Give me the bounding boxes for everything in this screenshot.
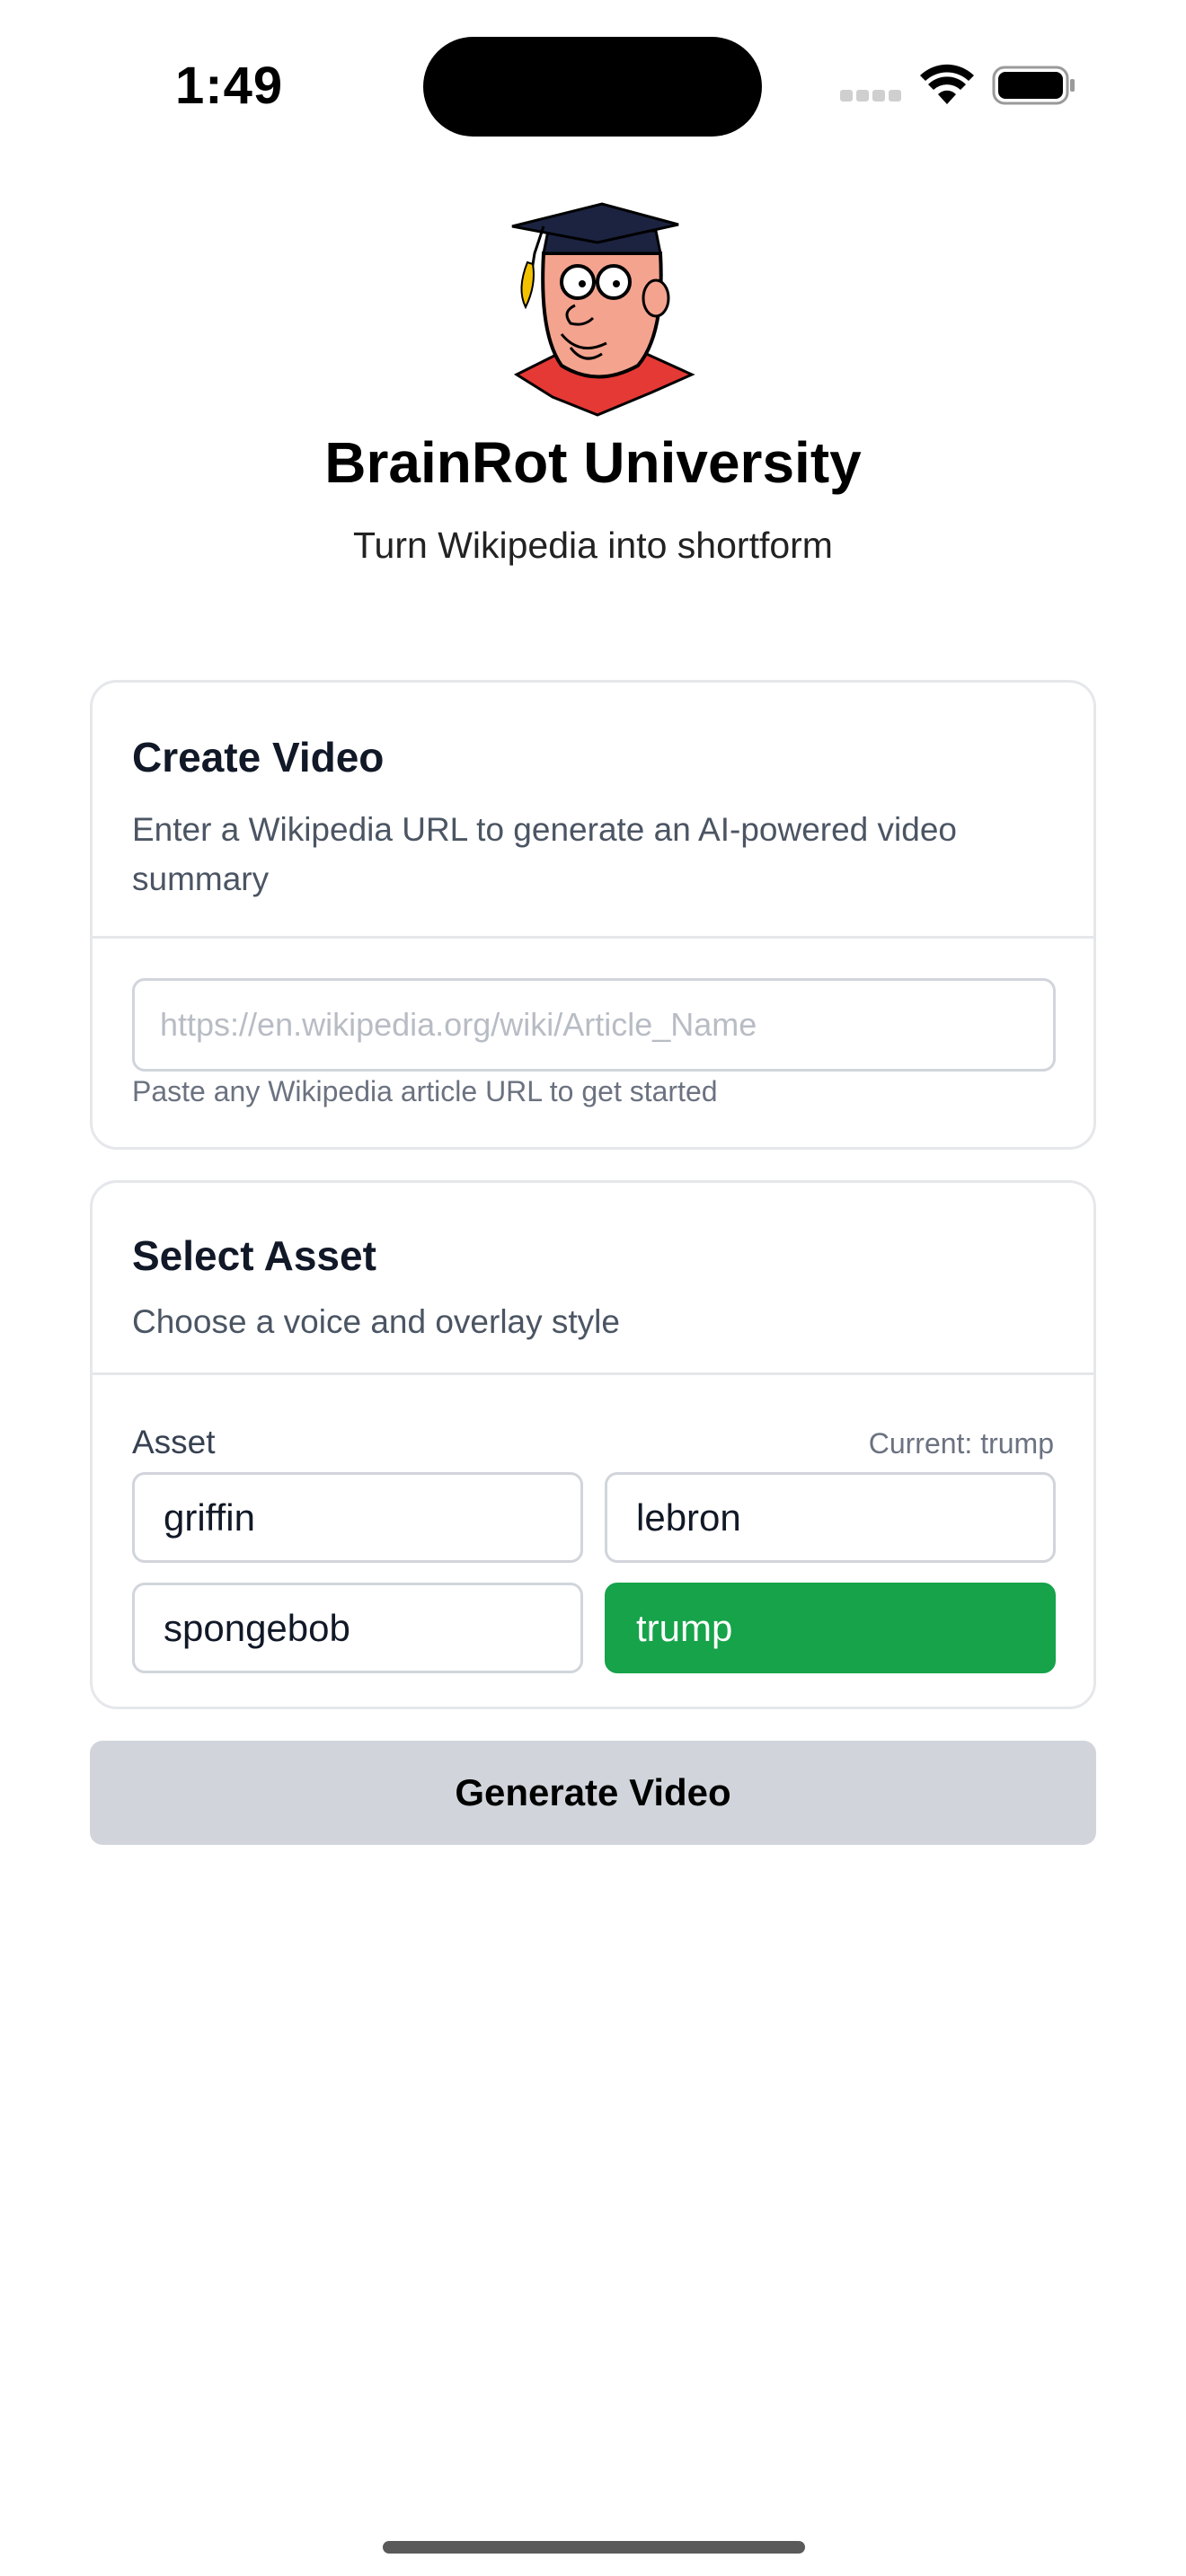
status-time: 1:49 xyxy=(175,57,284,115)
wikipedia-url-input[interactable] xyxy=(132,978,1056,1072)
asset-field-label: Asset xyxy=(132,1424,216,1460)
home-indicator[interactable] xyxy=(383,2541,805,2554)
app-screen: 1:49 BrainRot University Turn Wikipedia … xyxy=(0,0,1186,2576)
app-subtitle: Turn Wikipedia into shortform xyxy=(353,525,833,566)
card-divider xyxy=(93,1372,1093,1375)
card-divider xyxy=(93,936,1093,939)
asset-option-griffin[interactable]: griffin xyxy=(132,1472,583,1563)
select-asset-description: Choose a voice and overlay style xyxy=(132,1303,620,1340)
asset-option-lebron[interactable]: lebron xyxy=(605,1472,1056,1563)
asset-option-trump[interactable]: trump xyxy=(605,1583,1056,1673)
current-asset-label: Current: trump xyxy=(868,1427,1054,1460)
mascot-logo-icon xyxy=(511,202,695,417)
app-title: BrainRot University xyxy=(324,430,862,495)
cellular-signal-icon xyxy=(840,90,903,104)
dynamic-island xyxy=(423,37,762,137)
select-asset-card: Select Asset Choose a voice and overlay … xyxy=(90,1180,1096,1709)
generate-video-button[interactable]: Generate Video xyxy=(90,1741,1096,1845)
url-hint: Paste any Wikipedia article URL to get s… xyxy=(132,1075,718,1107)
create-video-description: Enter a Wikipedia URL to generate an AI-… xyxy=(132,811,957,897)
create-video-title: Create Video xyxy=(132,734,385,781)
wifi-icon xyxy=(920,64,974,104)
create-video-card: Create Video Enter a Wikipedia URL to ge… xyxy=(90,680,1096,1150)
asset-option-spongebob[interactable]: spongebob xyxy=(132,1583,583,1673)
battery-icon xyxy=(992,66,1075,105)
select-asset-title: Select Asset xyxy=(132,1232,376,1279)
